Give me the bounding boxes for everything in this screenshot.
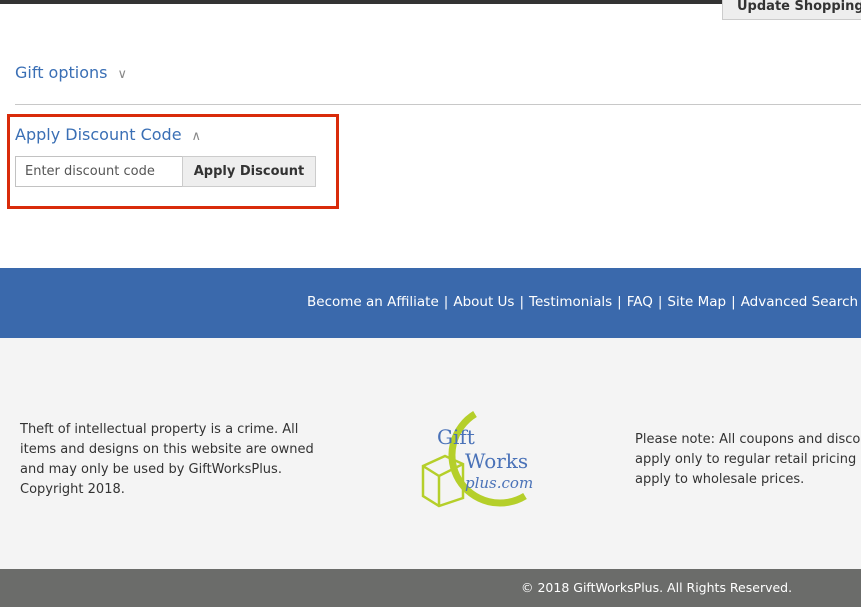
- svg-text:plus.com: plus.com: [465, 474, 533, 492]
- link-separator: |: [731, 294, 736, 310]
- divider: [15, 104, 861, 105]
- apply-discount-title: Apply Discount Code: [15, 125, 182, 144]
- footer-link[interactable]: About Us: [453, 294, 514, 310]
- footer-link[interactable]: FAQ: [627, 294, 653, 310]
- giftworksplus-logo: Gift Works plus.com: [421, 411, 533, 508]
- link-separator: |: [519, 294, 525, 310]
- apply-discount-button[interactable]: Apply Discount: [182, 156, 316, 187]
- update-shopping-cart-button[interactable]: Update Shopping C: [722, 0, 861, 20]
- coupon-notice-line: apply to wholesale prices.: [635, 472, 805, 487]
- footer-links-bar: Become an Affiliate | About Us | Testimonial…: [0, 268, 861, 338]
- chevron-up-icon: ∧: [191, 129, 202, 144]
- gift-options-toggle[interactable]: Gift options ∨: [15, 63, 127, 82]
- svg-text:Works: Works: [465, 449, 528, 473]
- footer-links: Become an Affiliate | About Us | Testimonial…: [307, 294, 861, 310]
- coupon-notice-line: Please note: All coupons and discou: [635, 432, 861, 447]
- footer-link[interactable]: Site Map: [667, 294, 726, 310]
- copyright-text: © 2018 GiftWorksPlus. All Rights Reserve…: [521, 580, 793, 595]
- link-separator: |: [617, 294, 622, 310]
- link-separator: |: [657, 294, 663, 310]
- footer-link[interactable]: Advanced Search: [741, 294, 858, 310]
- ip-notice: Theft of intellectual property is a crim…: [20, 422, 314, 497]
- copyright-bar: © 2018 GiftWorksPlus. All Rights Reserve…: [0, 569, 861, 607]
- gift-options-label: Gift options: [15, 63, 108, 82]
- apply-discount-toggle[interactable]: Apply Discount Code ∧: [15, 125, 201, 144]
- chevron-down-icon: ∨: [117, 67, 127, 82]
- svg-text:Gift: Gift: [437, 425, 475, 449]
- footer: Theft of intellectual property is a crim…: [0, 338, 861, 569]
- coupon-notice: Please note: All coupons and discou appl…: [635, 430, 861, 490]
- footer-link[interactable]: Become an Affiliate: [307, 294, 439, 310]
- coupon-notice-line: apply only to regular retail pricing a: [635, 452, 861, 467]
- footer-link[interactable]: Testimonials: [529, 294, 612, 310]
- link-separator: |: [443, 294, 449, 310]
- discount-code-input[interactable]: [15, 156, 183, 187]
